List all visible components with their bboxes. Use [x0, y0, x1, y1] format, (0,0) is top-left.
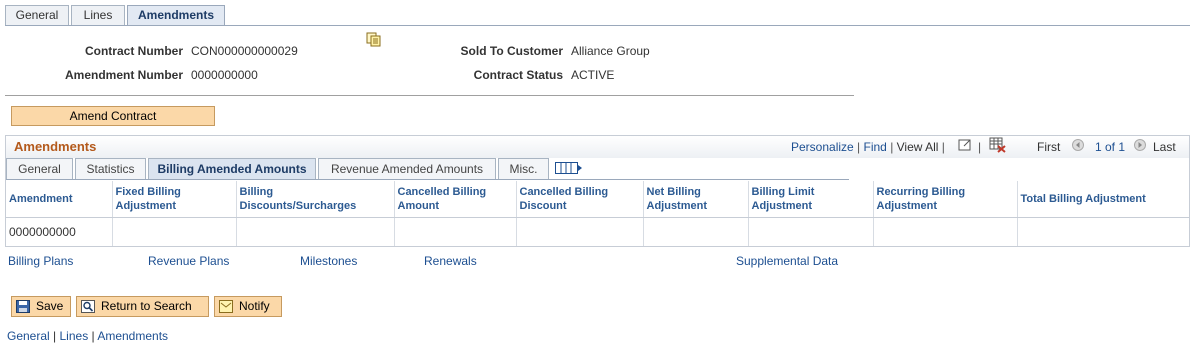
- supplemental-data-link[interactable]: Supplemental Data: [736, 254, 838, 268]
- return-to-search-label: Return to Search: [101, 299, 192, 313]
- column-header[interactable]: Cancelled Billing Discount: [516, 181, 644, 218]
- column-header[interactable]: Recurring Billing Adjustment: [873, 181, 1018, 218]
- section-divider: [5, 95, 854, 96]
- notify-label: Notify: [239, 299, 270, 313]
- row-range-text: 1 of 1: [1095, 140, 1126, 154]
- previous-icon[interactable]: [1072, 139, 1084, 151]
- personalize-link[interactable]: Personalize: [791, 140, 854, 154]
- return-to-search-button[interactable]: Return to Search: [76, 296, 209, 317]
- amend-contract-button[interactable]: Amend Contract: [11, 106, 215, 126]
- footer-link-amendments[interactable]: Amendments: [97, 329, 168, 343]
- column-header[interactable]: Net Billing Adjustment: [643, 181, 749, 218]
- grid-tab-statistics[interactable]: Statistics: [75, 158, 146, 179]
- separator: |: [978, 140, 982, 154]
- details-icon[interactable]: [366, 32, 382, 47]
- column-header[interactable]: Cancelled Billing Amount: [394, 181, 517, 218]
- contract-number-value: CON000000000029: [191, 44, 298, 58]
- save-button[interactable]: Save: [11, 296, 71, 317]
- save-icon: [16, 300, 30, 313]
- table-cell: 0000000000: [6, 217, 113, 246]
- grid-tab-general[interactable]: General: [6, 158, 73, 179]
- grid-tab-billing-amended-amounts[interactable]: Billing Amended Amounts: [148, 158, 316, 180]
- separator: |: [941, 140, 945, 154]
- amendment-number-label: Amendment Number: [64, 68, 183, 82]
- column-header[interactable]: Fixed Billing Adjustment: [112, 181, 237, 218]
- billing-amended-table: Amendment Fixed Billing Adjustment Billi…: [6, 181, 1189, 246]
- grid-tab-misc[interactable]: Misc.: [498, 158, 549, 179]
- row-range: 1 of 1: [1095, 140, 1125, 154]
- zoom-icon[interactable]: [958, 138, 974, 152]
- grid-nav: Personalize | Find | View All |: [791, 140, 945, 154]
- column-header[interactable]: Amendment: [6, 181, 113, 218]
- next-icon[interactable]: [1134, 139, 1146, 151]
- table-cell: [112, 217, 237, 246]
- table-cell: [236, 217, 395, 246]
- table-header-row: Amendment Fixed Billing Adjustment Billi…: [6, 181, 1189, 218]
- revenue-plans-link[interactable]: Revenue Plans: [148, 254, 229, 268]
- table-cell: [643, 217, 749, 246]
- grid-header-bar: [6, 136, 1189, 158]
- page-tab-lines[interactable]: Lines: [71, 5, 125, 25]
- first-label[interactable]: First: [1037, 140, 1060, 154]
- show-all-columns-icon[interactable]: [555, 161, 583, 175]
- tab-divider: [5, 25, 1190, 26]
- notify-icon: [219, 300, 233, 313]
- billing-plans-link[interactable]: Billing Plans: [8, 254, 73, 268]
- table-cell: [748, 217, 874, 246]
- milestones-link[interactable]: Milestones: [300, 254, 357, 268]
- download-icon[interactable]: [989, 137, 1006, 153]
- find-link[interactable]: Find: [864, 140, 887, 154]
- page-tab-amendments[interactable]: Amendments: [127, 5, 225, 26]
- grid-tab-divider: [6, 179, 849, 180]
- search-icon: [81, 300, 95, 313]
- column-header[interactable]: Total Billing Adjustment: [1017, 181, 1189, 218]
- grid-title: Amendments: [14, 139, 97, 154]
- view-all-link[interactable]: View All: [897, 140, 939, 154]
- amendment-number-value: 0000000000: [191, 68, 258, 82]
- notify-button[interactable]: Notify: [214, 296, 282, 317]
- sold-to-label: Sold To Customer: [460, 44, 563, 58]
- table-cell: [394, 217, 517, 246]
- column-header[interactable]: Billing Limit Adjustment: [748, 181, 874, 218]
- footer-link-general[interactable]: General: [7, 329, 50, 343]
- save-label: Save: [36, 299, 64, 313]
- contract-status-value: ACTIVE: [571, 68, 615, 82]
- renewals-link[interactable]: Renewals: [424, 254, 477, 268]
- column-header[interactable]: Billing Discounts/Surcharges: [236, 181, 395, 218]
- last-label[interactable]: Last: [1153, 140, 1176, 154]
- grid-tab-revenue-amended-amounts[interactable]: Revenue Amended Amounts: [318, 158, 496, 179]
- table-row: 0000000000: [6, 217, 1189, 247]
- contract-status-label: Contract Status: [473, 68, 563, 82]
- footer-link-lines[interactable]: Lines: [60, 329, 89, 343]
- table-cell: [1017, 218, 1189, 247]
- footer-links: General | Lines | Amendments: [7, 329, 168, 343]
- page-tab-general[interactable]: General: [5, 5, 69, 25]
- sold-to-value: Alliance Group: [571, 44, 650, 58]
- contract-number-label: Contract Number: [84, 44, 183, 58]
- table-cell: [516, 217, 644, 246]
- table-cell: [873, 217, 1018, 246]
